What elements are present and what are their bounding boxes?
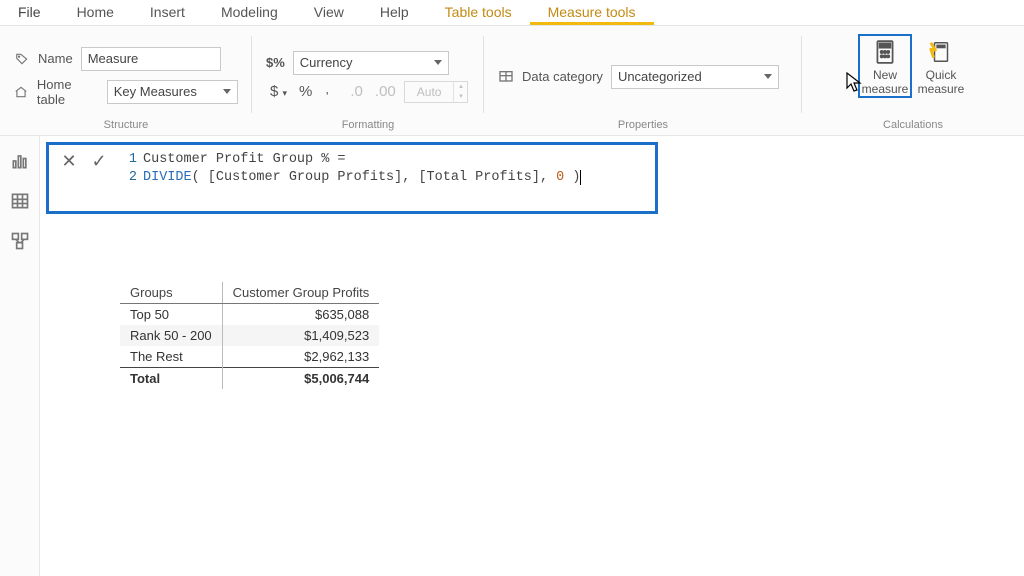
table-row[interactable]: Top 50 $635,088 <box>120 304 379 326</box>
thousands-button[interactable]: , <box>320 81 342 103</box>
tab-file[interactable]: File <box>0 0 59 25</box>
quick-measure-button[interactable]: Quick measure <box>914 34 968 96</box>
decimals-stepper[interactable]: Auto ▴▾ <box>404 81 469 103</box>
home-table-label: Home table <box>37 77 99 107</box>
data-category-label: Data category <box>522 69 603 84</box>
name-input[interactable]: Measure <box>81 47 221 71</box>
ribbon-group-structure: Name Measure Home table Key Measures Str… <box>0 26 252 135</box>
tab-modeling[interactable]: Modeling <box>203 0 296 25</box>
text-caret <box>580 170 581 185</box>
table-row[interactable]: The Rest $2,962,133 <box>120 346 379 368</box>
currency-button[interactable]: $ ▾ <box>266 81 291 102</box>
ribbon-group-properties: Data category Uncategorized Properties <box>484 26 802 135</box>
model-view-button[interactable] <box>9 230 31 252</box>
home-table-select[interactable]: Key Measures <box>107 80 238 104</box>
ribbon-group-formatting: $% Currency $ ▾ % , .0 .00 Auto ▴▾ <box>252 26 484 135</box>
data-category-value: Uncategorized <box>618 69 702 84</box>
chevron-down-icon[interactable]: ▾ <box>454 92 467 102</box>
commit-formula-button[interactable]: ✓ <box>89 151 109 172</box>
currency-prefix-icon: $% <box>266 55 285 70</box>
chevron-up-icon[interactable]: ▴ <box>454 82 467 92</box>
decrease-decimal-button[interactable]: .0 <box>346 81 367 102</box>
chevron-down-icon <box>764 74 772 79</box>
calculator-icon <box>871 38 899 66</box>
tab-view[interactable]: View <box>296 0 362 25</box>
ribbon-tab-strip: File Home Insert Modeling View Help Tabl… <box>0 0 1024 26</box>
ribbon-group-calculations: New measure Quick measure Calculations <box>802 26 1024 135</box>
tab-measure-tools[interactable]: Measure tools <box>530 0 654 25</box>
formula-text[interactable]: 1Customer Profit Group % = 2DIVIDE( [Cus… <box>119 145 655 211</box>
quick-measure-label: Quick measure <box>914 68 968 96</box>
new-measure-button[interactable]: New measure <box>858 34 912 98</box>
formula-function: DIVIDE <box>143 170 192 185</box>
data-view-button[interactable] <box>9 190 31 212</box>
quick-calculator-icon <box>927 38 955 66</box>
data-category-icon <box>498 69 514 85</box>
cancel-formula-button[interactable]: ✕ <box>59 151 79 172</box>
increase-decimal-button[interactable]: .00 <box>371 81 400 102</box>
tab-insert[interactable]: Insert <box>132 0 203 25</box>
table-row[interactable]: Rank 50 - 200 $1,409,523 <box>120 325 379 346</box>
view-rail <box>0 136 40 576</box>
svg-text:,: , <box>326 84 329 96</box>
tab-table-tools[interactable]: Table tools <box>427 0 530 25</box>
group-label-structure: Structure <box>14 119 238 133</box>
group-label-formatting: Formatting <box>266 119 470 133</box>
home-icon <box>14 84 29 100</box>
percent-button[interactable]: % <box>295 81 316 102</box>
tag-icon <box>14 51 30 67</box>
table-visual[interactable]: Groups Customer Group Profits Top 50 $63… <box>120 282 379 389</box>
formula-line-1: Customer Profit Group % = <box>143 152 346 167</box>
group-label-calculations: Calculations <box>816 119 1010 133</box>
chevron-down-icon <box>223 89 231 94</box>
format-value: Currency <box>300 55 353 70</box>
group-label-properties: Properties <box>498 119 788 133</box>
data-category-select[interactable]: Uncategorized <box>611 65 779 89</box>
decimals-value: Auto <box>405 85 454 99</box>
tab-home[interactable]: Home <box>59 0 132 25</box>
name-value: Measure <box>88 51 139 66</box>
table-total-row[interactable]: Total $5,006,744 <box>120 368 379 390</box>
line-number: 2 <box>123 169 137 187</box>
name-label: Name <box>38 51 73 66</box>
line-number: 1 <box>123 151 137 169</box>
ribbon: Name Measure Home table Key Measures Str… <box>0 26 1024 136</box>
chevron-down-icon <box>434 60 442 65</box>
new-measure-label: New measure <box>862 68 909 96</box>
tab-help[interactable]: Help <box>362 0 427 25</box>
format-select[interactable]: Currency <box>293 51 449 75</box>
report-canvas[interactable]: Groups Customer Group Profits Top 50 $63… <box>40 214 1024 576</box>
column-header-cgp[interactable]: Customer Group Profits <box>222 282 379 304</box>
home-table-value: Key Measures <box>114 84 197 99</box>
report-view-button[interactable] <box>9 150 31 172</box>
column-header-groups[interactable]: Groups <box>120 282 222 304</box>
formula-bar[interactable]: ✕ ✓ 1Customer Profit Group % = 2DIVIDE( … <box>46 142 658 214</box>
